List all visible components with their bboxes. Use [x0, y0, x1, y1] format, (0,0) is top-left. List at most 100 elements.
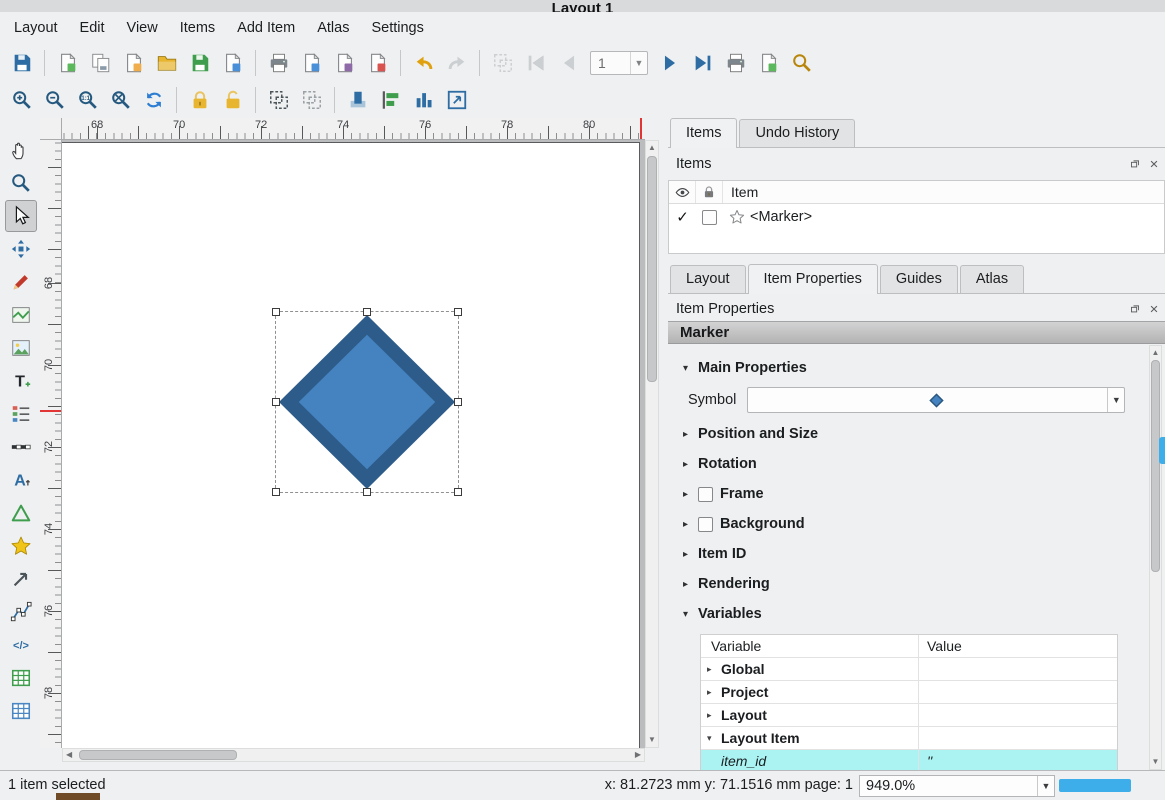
add-attribute-table-button[interactable] [5, 662, 37, 694]
menu-add-item[interactable]: Add Item [227, 17, 305, 39]
menu-items[interactable]: Items [170, 17, 225, 39]
scroll-left-icon[interactable]: ◀ [66, 750, 72, 760]
export-atlas-button[interactable] [753, 47, 784, 78]
panel-edge-handle[interactable] [1159, 437, 1165, 464]
export-as-image-button[interactable] [296, 47, 327, 78]
add-legend-button[interactable] [5, 398, 37, 430]
menu-atlas[interactable]: Atlas [307, 17, 359, 39]
menu-edit[interactable]: Edit [70, 17, 115, 39]
last-feature-button[interactable] [687, 47, 718, 78]
redo-button[interactable] [441, 47, 472, 78]
print-atlas-button[interactable] [720, 47, 751, 78]
tab-atlas[interactable]: Atlas [960, 265, 1024, 293]
resize-handle-e[interactable] [454, 398, 462, 406]
layout-item-row[interactable]: ✓ <Marker> [669, 204, 1164, 230]
atlas-page-spinbox[interactable]: 1▼ [590, 51, 648, 75]
zoom-in-button[interactable] [6, 85, 37, 116]
symbol-dropdown-icon[interactable]: ▼ [1107, 388, 1124, 412]
variable-group-global[interactable]: ▸Global [701, 658, 1117, 681]
add-node-item-button[interactable] [5, 596, 37, 628]
expand-arrow-icon[interactable]: ▸ [707, 664, 716, 675]
next-feature-button[interactable] [654, 47, 685, 78]
canvas-vertical-scrollbar[interactable]: ▲ ▼ [645, 140, 659, 748]
resize-handle-n[interactable] [363, 308, 371, 316]
refresh-view-button[interactable] [138, 85, 169, 116]
add-map-button[interactable] [5, 299, 37, 331]
align-selected-items-button[interactable] [375, 85, 406, 116]
tab-layout[interactable]: Layout [670, 265, 746, 293]
ungroup-items-button[interactable] [296, 85, 327, 116]
add-picture-button[interactable] [5, 332, 37, 364]
resize-handle-se[interactable] [454, 488, 462, 496]
add-marker-button[interactable] [5, 530, 37, 562]
pan-layout-button[interactable] [5, 134, 37, 166]
collapse-arrow-icon[interactable]: ▾ [707, 733, 716, 744]
zoom-actual-button[interactable] [72, 85, 103, 116]
undo-button[interactable] [408, 47, 439, 78]
symbol-combobox[interactable]: ▼ [747, 387, 1125, 413]
properties-scrollbar[interactable]: ▲ ▼ [1149, 345, 1162, 770]
scroll-down-icon[interactable]: ▼ [1150, 757, 1161, 767]
expand-arrow-icon[interactable]: ▸ [707, 710, 716, 721]
zoom-level-combobox[interactable]: 949.0% ▼ [859, 775, 1055, 797]
resize-handle-nw[interactable] [272, 308, 280, 316]
first-feature-button[interactable] [520, 47, 551, 78]
resize-handle-s[interactable] [363, 488, 371, 496]
resize-selected-items-button[interactable] [441, 85, 472, 116]
new-layout-button[interactable] [52, 47, 83, 78]
add-scale-bar-button[interactable] [5, 431, 37, 463]
menu-settings[interactable]: Settings [361, 17, 433, 39]
section-frame[interactable]: ▸Frame [680, 480, 1165, 508]
resize-handle-ne[interactable] [454, 308, 462, 316]
distribute-selected-items-button[interactable] [408, 85, 439, 116]
variable-group-layout[interactable]: ▸Layout [701, 704, 1117, 727]
canvas-horizontal-scrollbar[interactable]: ◀ ▶ [62, 748, 645, 762]
add-label-button[interactable] [5, 365, 37, 397]
close-panel-icon[interactable] [1146, 156, 1161, 171]
export-as-template-button[interactable] [217, 47, 248, 78]
add-arrow-button[interactable] [5, 563, 37, 595]
zoom-dropdown-icon[interactable]: ▼ [1037, 776, 1054, 796]
resize-handle-sw[interactable] [272, 488, 280, 496]
float-panel-icon[interactable] [1127, 156, 1142, 171]
tab-item-properties[interactable]: Item Properties [748, 264, 878, 294]
scrollbar-thumb[interactable] [647, 156, 657, 382]
menu-layout[interactable]: Layout [4, 17, 68, 39]
tab-guides[interactable]: Guides [880, 265, 958, 293]
section-variables[interactable]: ▾Variables [680, 600, 1165, 628]
expand-arrow-icon[interactable]: ▸ [707, 687, 716, 698]
section-item-id[interactable]: ▸Item ID [680, 540, 1165, 568]
marker-item[interactable] [278, 314, 456, 490]
selection-box[interactable] [275, 311, 459, 493]
scroll-up-icon[interactable]: ▲ [1150, 348, 1161, 358]
unlock-all-items-button[interactable] [217, 85, 248, 116]
group-items-button[interactable] [263, 85, 294, 116]
add-north-arrow-button[interactable] [5, 464, 37, 496]
raise-selected-items-button[interactable] [342, 85, 373, 116]
export-as-pdf-button[interactable] [362, 47, 393, 78]
save-project-button[interactable] [6, 47, 37, 78]
float-panel-icon[interactable] [1127, 301, 1142, 316]
add-shape-button[interactable] [5, 497, 37, 529]
scrollbar-thumb[interactable] [79, 750, 237, 760]
scroll-down-icon[interactable]: ▼ [646, 735, 658, 745]
previous-feature-button[interactable] [553, 47, 584, 78]
move-item-content-button[interactable] [5, 233, 37, 265]
save-as-template-button[interactable] [184, 47, 215, 78]
variable-row-item-id[interactable]: item_id'' [701, 750, 1117, 770]
zoom-tool-button[interactable] [5, 167, 37, 199]
section-position-and-size[interactable]: ▸Position and Size [680, 420, 1165, 448]
close-panel-icon[interactable] [1146, 301, 1161, 316]
duplicate-layout-button[interactable] [85, 47, 116, 78]
scroll-right-icon[interactable]: ▶ [635, 750, 641, 760]
frame-checkbox[interactable] [698, 487, 713, 502]
layout-canvas[interactable] [62, 140, 645, 748]
add-items-from-template-button[interactable] [151, 47, 182, 78]
lock-selected-items-button[interactable] [184, 85, 215, 116]
add-html-button[interactable] [5, 629, 37, 661]
layout-manager-button[interactable] [118, 47, 149, 78]
scrollbar-thumb[interactable] [1151, 360, 1160, 572]
add-fixed-table-button[interactable] [5, 695, 37, 727]
atlas-settings-button[interactable] [786, 47, 817, 78]
print-layout-button[interactable] [263, 47, 294, 78]
